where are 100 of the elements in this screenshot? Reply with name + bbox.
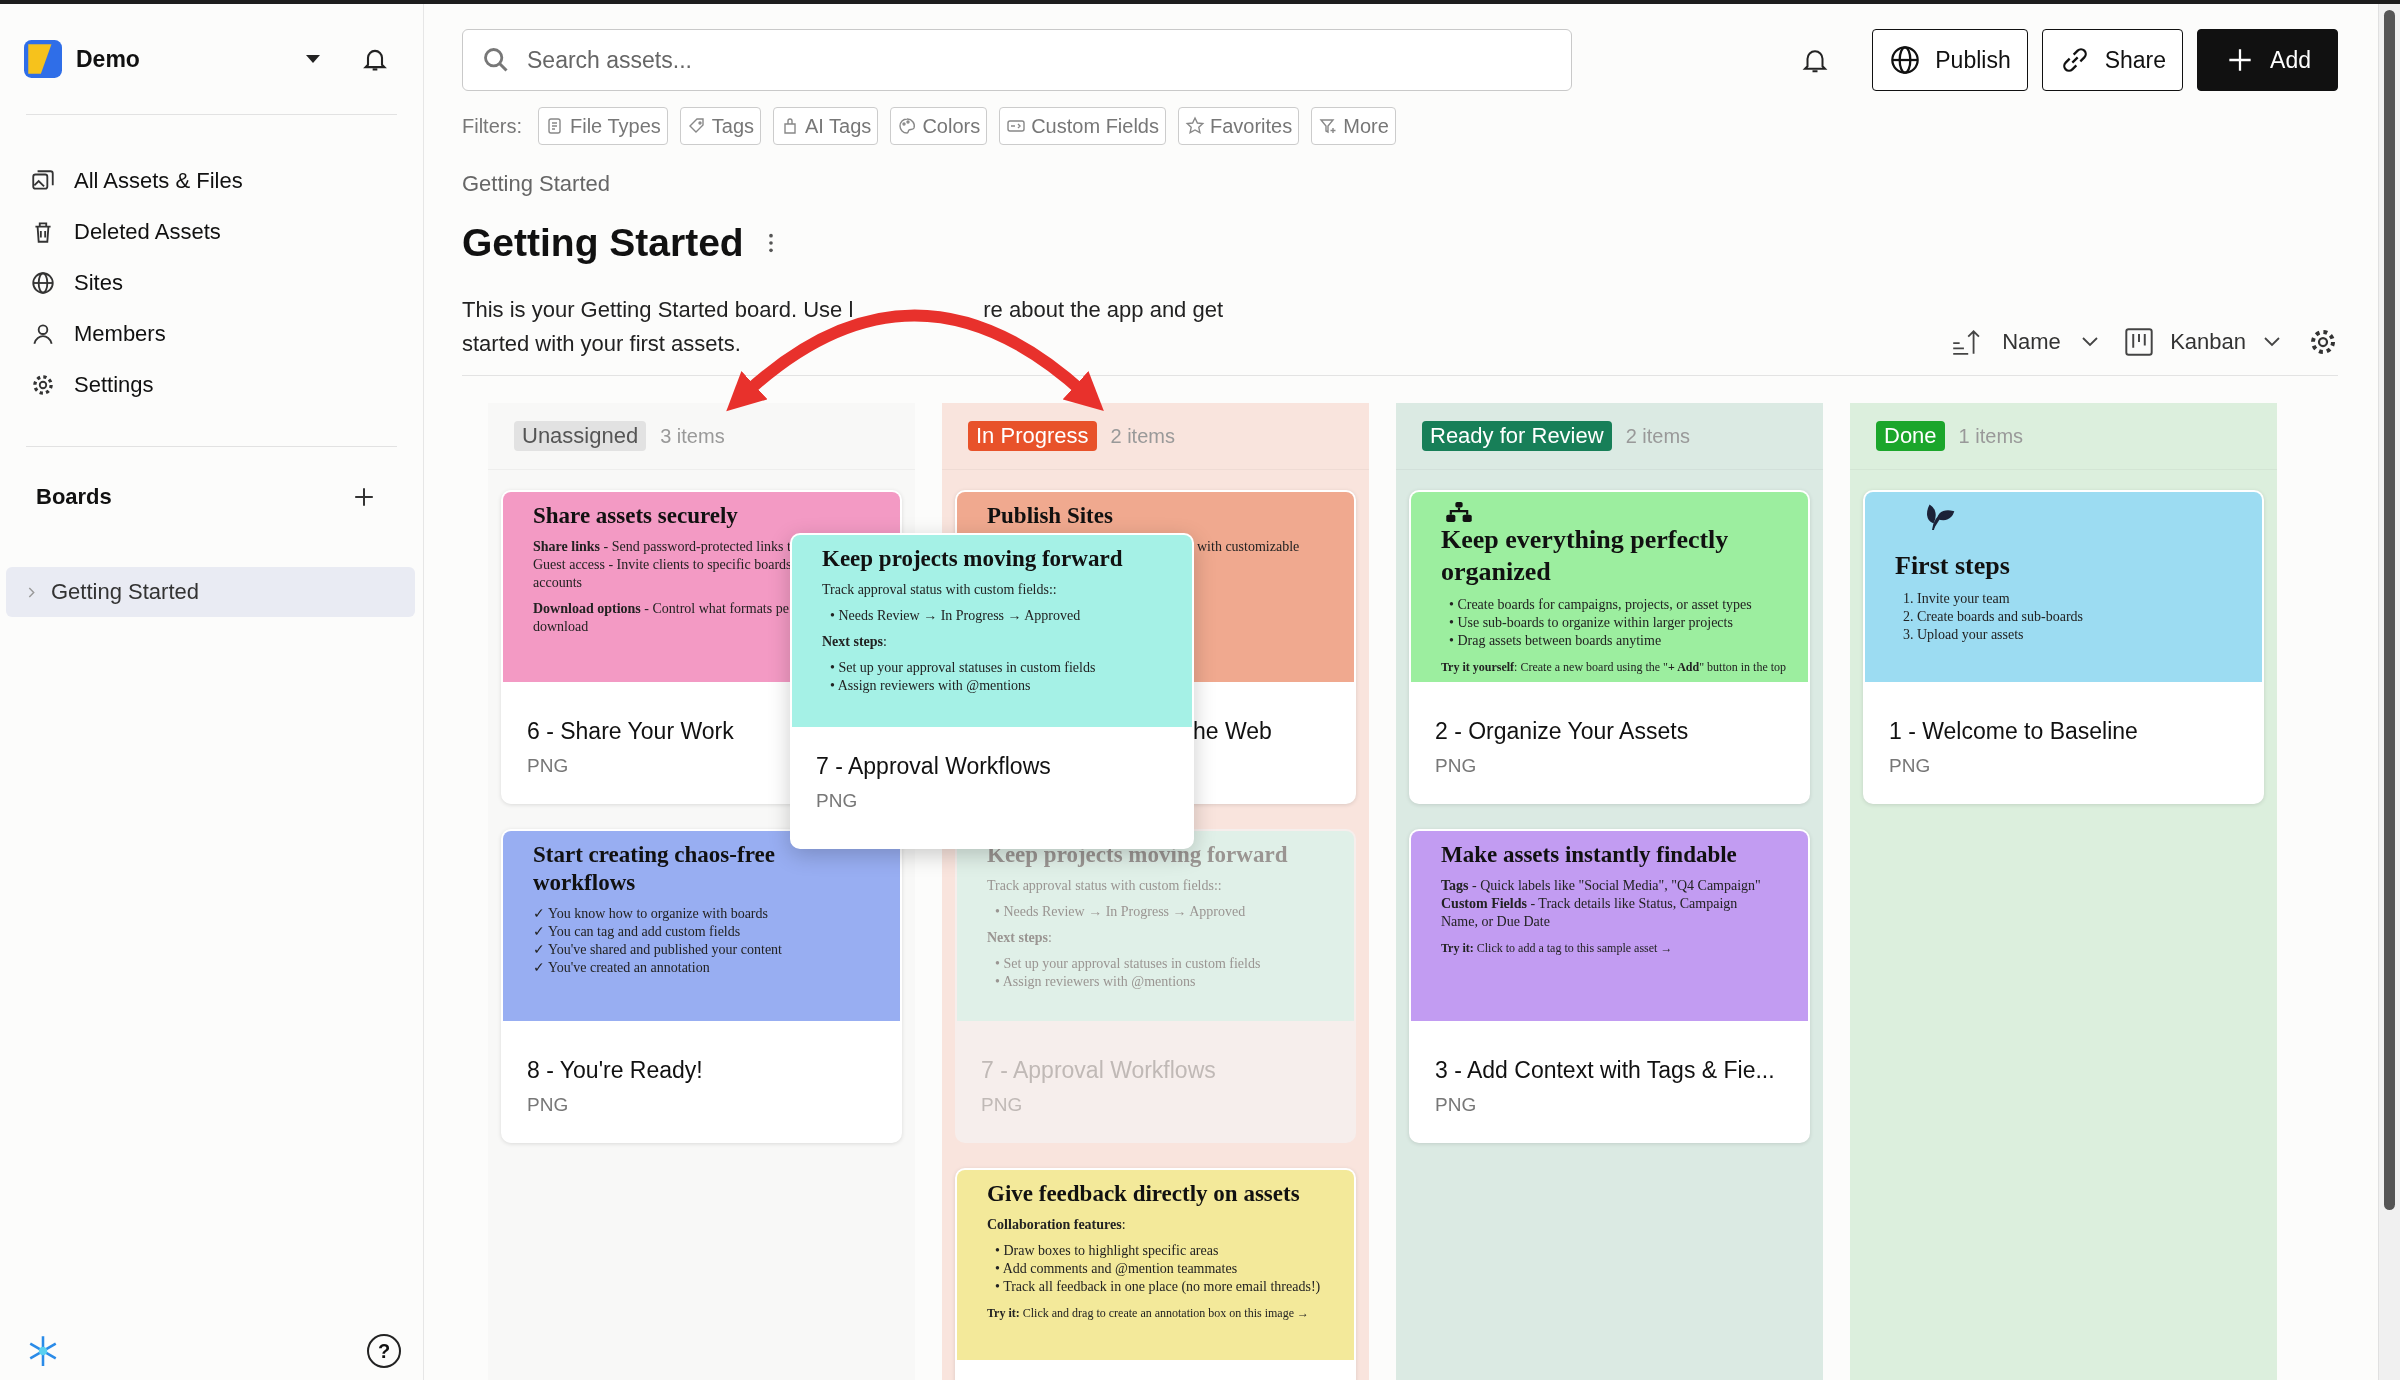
- list-item: 1. Invite your team: [1903, 590, 2010, 608]
- hierarchy-icon: [1445, 502, 1473, 522]
- dragged-card[interactable]: [790, 533, 1194, 849]
- item-count: 3 items: [660, 424, 725, 448]
- list-item: • Add comments and @mention teammates: [995, 1260, 1238, 1278]
- thumbnail-text: ✓ You know how to organize with boards: [533, 905, 768, 923]
- list-item: • Needs Review → In Progress → Approved: [995, 903, 1246, 921]
- list-item: • Use sub-boards to organize within larger projects: [1449, 614, 1733, 632]
- workspace-name[interactable]: Demo: [76, 45, 305, 73]
- file-type: PNG: [527, 755, 569, 777]
- thumbnail-text: Next steps:: [822, 633, 887, 651]
- thumbnail-text: ✓ You've shared and published your content: [533, 941, 782, 959]
- list-item: • Assign reviewers with @mentions: [995, 973, 1196, 991]
- thumbnail-heading: First steps: [1895, 550, 2011, 582]
- file-type: PNG: [527, 1094, 569, 1116]
- status-badge: In Progress: [968, 421, 1097, 451]
- search-icon: [482, 46, 510, 74]
- add-button[interactable]: Add: [2197, 29, 2338, 91]
- thumbnail-text: Next steps:: [987, 929, 1052, 947]
- breadcrumb[interactable]: Getting Started: [462, 171, 610, 197]
- sort-icon[interactable]: [1950, 327, 1981, 357]
- asset-name: 3 - Add Context with Tags & Fie...: [1435, 1057, 1775, 1084]
- filter-chip[interactable]: AI Tags: [773, 107, 879, 145]
- leaf-icon: [1925, 502, 1955, 532]
- filter-chip[interactable]: Tags: [679, 107, 762, 145]
- thumbnail-heading: Keep everything perfectly organized: [1441, 524, 1730, 588]
- thumbnail-text: accounts: [533, 574, 582, 592]
- thumbnail-note: Try it yourself: Create a new board using the "+ Add" button in the top: [1441, 659, 1787, 676]
- publish-button[interactable]: Publish: [1872, 29, 2028, 91]
- thumbnail-note: Try it: Click to add a tag to this sample asset →: [1441, 940, 1673, 957]
- thumbnail-text: Custom Fields - Track details like Status, Campaign: [1441, 895, 1738, 913]
- filter-chip[interactable]: Custom Fields: [999, 107, 1166, 145]
- thumbnail-heading: Give feedback directly on assets: [987, 1180, 1301, 1208]
- chevron-down-icon[interactable]: [2264, 337, 2280, 347]
- globe-icon: [30, 269, 56, 296]
- list-item: 2. Create boards and sub-boards: [1903, 608, 2083, 626]
- settings-icon[interactable]: [2308, 327, 2338, 357]
- description-text: started with your first assets.: [462, 330, 741, 358]
- nav-item[interactable]: Members: [0, 308, 423, 359]
- asset-name: 7 - Approval Workflows: [816, 753, 1051, 780]
- filter-icon: [1318, 116, 1339, 136]
- item-count: 2 items: [1110, 424, 1175, 448]
- filter-chip[interactable]: File Types: [538, 107, 668, 145]
- thumbnail-text: Track approval status with custom fields::: [822, 581, 1057, 599]
- nav-item[interactable]: Settings: [0, 359, 423, 410]
- item-count: 1 items: [1958, 424, 2024, 448]
- globe-icon: [1889, 44, 1922, 76]
- palette-icon: [897, 116, 918, 136]
- description-text: re about the app and get: [983, 296, 1224, 324]
- thumbnail-text: Tags - Quick labels like "Social Media", "Q4 Campaign": [1441, 877, 1761, 895]
- item-count: 2 items: [1625, 424, 1691, 448]
- list-item: 3. Upload your assets: [1903, 626, 2024, 644]
- kanban-icon[interactable]: [2124, 327, 2155, 357]
- star-icon: [1185, 116, 1205, 136]
- caret-icon[interactable]: [305, 54, 321, 64]
- filter-chip[interactable]: Favorites: [1178, 107, 1300, 145]
- status-badge: Unassigned: [514, 421, 647, 451]
- thumbnail-text: with customizable: [1197, 538, 1300, 556]
- more-icon[interactable]: [767, 232, 774, 254]
- thumbnail-text: Share links - Send password-protected links t: [533, 538, 791, 556]
- section-heading: Boards: [36, 484, 112, 510]
- thumbnail-heading: Share assets securely: [533, 502, 739, 530]
- nav-item[interactable]: Deleted Assets: [0, 206, 423, 257]
- thumbnail-text: ✓ You can tag and add custom fields: [533, 923, 741, 941]
- asset-name: 1 - Welcome to Baseline: [1889, 718, 2138, 745]
- list-item: • Needs Review → In Progress → Approved: [830, 607, 1081, 625]
- asset-name: 2 - Organize Your Assets: [1435, 718, 1689, 745]
- thumbnail-text: Name, or Due Date: [1441, 913, 1550, 931]
- thumbnail-text: Track approval status with custom fields::: [987, 877, 1222, 895]
- list-item: • Set up your approval statuses in custom fields: [995, 955, 1261, 973]
- list-item: • Assign reviewers with @mentions: [830, 677, 1031, 695]
- list-item: • Track all feedback in one place (no more email threads!): [995, 1278, 1321, 1296]
- asset-name: he Web: [1192, 718, 1272, 745]
- status-badge: Done: [1876, 421, 1945, 451]
- list-item: • Drag assets between boards anytime: [1449, 632, 1662, 650]
- scrollbar[interactable]: [2378, 4, 2400, 1380]
- sort-dropdown[interactable]: Name: [2002, 329, 2083, 355]
- file-type: PNG: [1435, 755, 1477, 777]
- filter-chip[interactable]: Colors: [890, 107, 988, 145]
- filter-chip[interactable]: More: [1311, 107, 1396, 145]
- file-type: PNG: [816, 790, 858, 812]
- asset-name: 8 - You're Ready!: [527, 1057, 703, 1084]
- thumbnail-text: download: [533, 618, 589, 636]
- nav-item[interactable]: All Assets & Files: [0, 155, 423, 206]
- nav-item[interactable]: Sites: [0, 257, 423, 308]
- help-button[interactable]: ?: [367, 1334, 401, 1368]
- file-type: PNG: [1435, 1094, 1477, 1116]
- file-type: PNG: [1889, 755, 1931, 777]
- search-field[interactable]: Search assets...: [462, 29, 1572, 91]
- list-item: • Create boards for campaigns, projects, or asset types: [1449, 596, 1752, 614]
- share-button[interactable]: Share: [2041, 29, 2184, 91]
- thumbnail-heading: Make assets instantly findable: [1441, 841, 1738, 869]
- thumbnail-text: Guest access - Invite clients to specific boards: [533, 556, 792, 574]
- thumbnail-note: Try it: Click and drag to create an annotation box on this image →: [987, 1305, 1310, 1322]
- add-icon[interactable]: [353, 486, 375, 508]
- description-text: This is your Getting Started board. Use l: [462, 296, 854, 324]
- board-item[interactable]: Getting Started: [6, 567, 415, 617]
- chevron-down-icon[interactable]: [2082, 337, 2099, 347]
- layout-dropdown[interactable]: Kanban: [2170, 329, 2246, 355]
- filters-label: Filters:: [462, 114, 522, 138]
